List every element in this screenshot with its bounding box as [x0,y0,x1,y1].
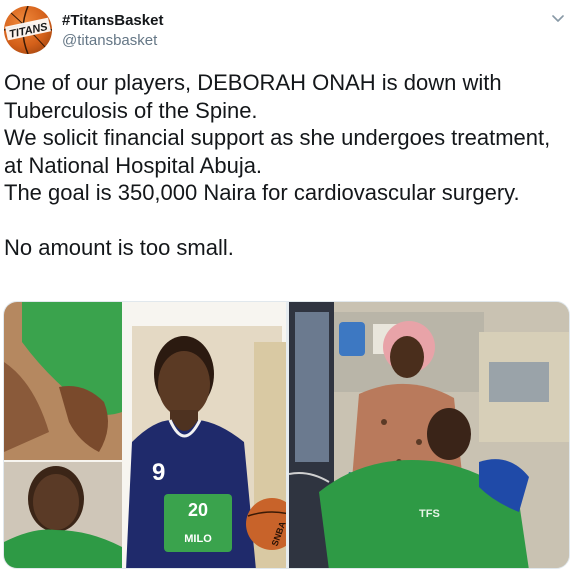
author-info: #TitansBasket @titansbasket [62,12,163,50]
tweet-text-line: One of our players, DEBORAH ONAH is down… [4,70,502,95]
user-handle[interactable]: @titansbasket [62,32,163,50]
tweet-text-line: Tuberculosis of the Spine. [4,97,258,123]
photo-left[interactable]: 9 20 MILO SNBA [4,302,286,568]
chevron-down-icon [552,15,564,22]
jersey-number: 9 [152,459,165,486]
more-options-button[interactable] [549,10,567,28]
avatar-logo-text: TITANS [8,21,49,41]
basketball-logo-icon: TITANS [4,6,52,54]
media-gallery: 9 20 MILO SNBA TFS [3,301,570,569]
jersey-sponsor: MILO [184,533,212,545]
jersey-badge: 20 [188,500,208,520]
tweet-text: One of our players, DEBORAH ONAH is down… [4,69,569,262]
tweet: TITANS #TitansBasket @titansbasket One o… [0,0,573,570]
tweet-text-line: No amount is too small. [4,235,234,260]
shirt-text: TFS [419,508,440,520]
photo-left-illustration: 9 20 MILO SNBA [4,302,286,568]
photo-right[interactable]: TFS [289,302,569,568]
tweet-text-line: The goal is 350,000 Naira for cardiovasc… [4,180,520,205]
photo-right-illustration: TFS [289,302,569,568]
tweet-text-line: We solicit financial support as she unde… [4,125,551,150]
avatar[interactable]: TITANS [4,6,52,54]
tweet-text-line: at National Hospital Abuja. [4,152,263,178]
display-name[interactable]: #TitansBasket [62,12,163,30]
